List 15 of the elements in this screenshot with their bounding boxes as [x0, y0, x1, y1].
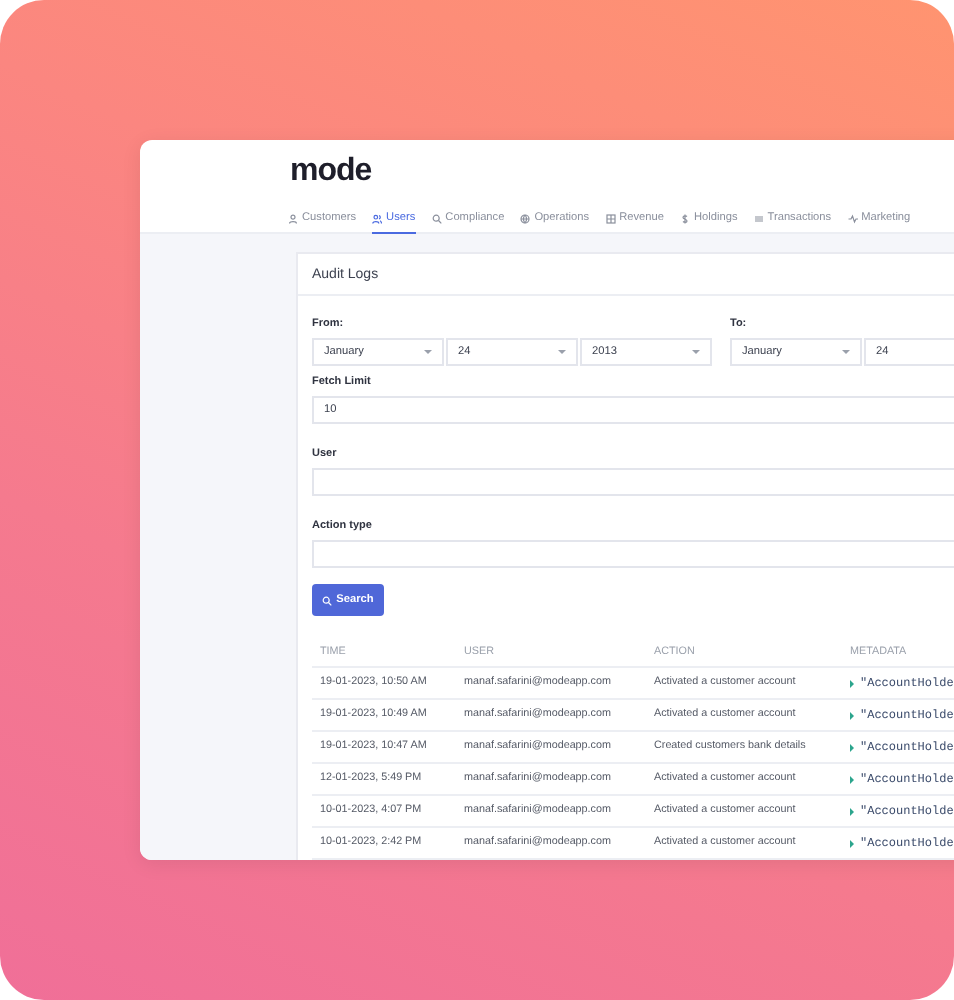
caret-icon	[842, 350, 850, 354]
grid-icon	[605, 214, 616, 224]
input-field[interactable]	[312, 468, 954, 496]
globe-icon	[520, 214, 531, 224]
person-icon	[288, 214, 298, 224]
caret-icon	[558, 350, 566, 354]
caret-icon	[692, 350, 700, 354]
input-field[interactable]	[312, 540, 954, 568]
caret-icon	[424, 350, 432, 354]
pulse-icon	[847, 214, 858, 224]
search-icon	[431, 214, 442, 224]
logo: mode	[290, 154, 372, 188]
people-icon	[372, 214, 383, 224]
dollar-icon	[679, 214, 690, 224]
search-icon	[322, 595, 333, 605]
